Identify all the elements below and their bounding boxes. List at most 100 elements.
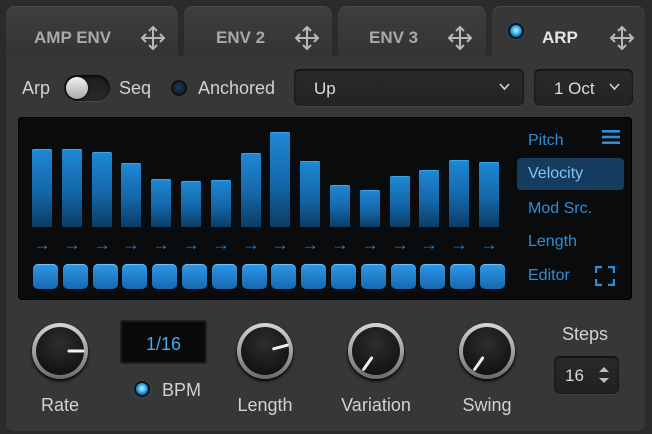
swing-knob[interactable] <box>459 323 515 379</box>
bpm-label: BPM <box>162 380 202 400</box>
velocity-bar[interactable] <box>300 161 320 227</box>
velocity-bar[interactable] <box>121 163 141 227</box>
velocity-bar[interactable] <box>211 180 231 227</box>
velocity-bar[interactable] <box>92 152 112 227</box>
steps-label: Steps <box>562 324 609 344</box>
velocity-bar[interactable] <box>419 170 439 227</box>
step-button[interactable] <box>361 264 386 289</box>
editor-menu-mod-src[interactable]: Mod Src. <box>517 193 624 225</box>
variation-label: Variation <box>341 395 411 415</box>
step-arrow: → <box>450 235 468 254</box>
step-button[interactable] <box>480 264 505 289</box>
rate-knob[interactable] <box>32 323 88 379</box>
velocity-bar[interactable] <box>479 162 499 227</box>
tab-amp-env[interactable]: AMP ENV <box>6 6 178 56</box>
seq-label: Seq <box>119 78 152 98</box>
step-arrow: → <box>33 235 51 254</box>
menu-label: Pitch <box>528 132 564 149</box>
anchored-label: Anchored <box>198 78 276 98</box>
step-button[interactable] <box>331 264 356 289</box>
step-arrow: → <box>182 235 200 254</box>
tab-label: ENV 3 <box>369 28 419 47</box>
editor-menu-length[interactable]: Length <box>517 226 624 258</box>
step-button[interactable] <box>242 264 267 289</box>
step-arrow: → <box>212 235 230 254</box>
steps-value: 16 <box>565 366 584 385</box>
steps-stepper[interactable]: 16 <box>554 356 619 394</box>
octave-value: 1 Oct <box>554 79 595 98</box>
tab-arp[interactable]: ARP <box>492 6 645 56</box>
step-button[interactable] <box>450 264 475 289</box>
menu-label: Editor <box>528 267 570 284</box>
step-button[interactable] <box>182 264 207 289</box>
velocity-bar[interactable] <box>151 179 171 227</box>
toggle-knob <box>66 77 88 99</box>
octave-dropdown[interactable]: 1 Oct <box>534 69 633 106</box>
step-arrow: → <box>93 235 111 254</box>
step-button[interactable] <box>63 264 88 289</box>
step-button[interactable] <box>212 264 237 289</box>
step-arrow: → <box>331 235 349 254</box>
tab-env-3[interactable]: ENV 3 <box>338 6 486 56</box>
step-button[interactable] <box>152 264 177 289</box>
swing-label: Swing <box>462 395 512 415</box>
velocity-bar[interactable] <box>62 149 82 227</box>
step-arrow: → <box>271 235 289 254</box>
editor-menu-velocity[interactable]: Velocity <box>517 158 624 190</box>
velocity-bar[interactable] <box>360 190 380 227</box>
chevron-down-icon <box>499 83 510 91</box>
move-icon[interactable] <box>294 25 320 51</box>
variation-knob[interactable] <box>348 323 404 379</box>
step-arrow: → <box>301 235 319 254</box>
chevron-down-icon <box>609 83 620 91</box>
rate-value: 1/16 <box>145 334 182 354</box>
tab-env-2[interactable]: ENV 2 <box>184 6 332 56</box>
stepper-arrows-icon[interactable] <box>598 365 610 385</box>
menu-label: Mod Src. <box>528 200 593 217</box>
menu-label: Length <box>528 233 577 250</box>
step-arrow: → <box>242 235 260 254</box>
move-icon[interactable] <box>447 25 473 51</box>
hamburger-menu-icon[interactable] <box>602 129 620 145</box>
velocity-bar[interactable] <box>270 132 290 227</box>
tab-label: ENV 2 <box>216 28 266 47</box>
step-button[interactable] <box>391 264 416 289</box>
velocity-bar[interactable] <box>390 176 410 227</box>
length-label: Length <box>237 395 293 415</box>
step-button[interactable] <box>122 264 147 289</box>
step-button[interactable] <box>33 264 58 289</box>
direction-value: Up <box>314 79 336 98</box>
menu-label: Velocity <box>528 165 584 182</box>
velocity-bar[interactable] <box>181 181 201 227</box>
knob-indicator <box>67 349 85 353</box>
step-button[interactable] <box>271 264 296 289</box>
move-icon[interactable] <box>609 25 635 51</box>
step-button[interactable] <box>93 264 118 289</box>
rate-label: Rate <box>40 395 80 415</box>
tab-label: AMP ENV <box>34 28 112 47</box>
expand-icon[interactable] <box>595 266 615 286</box>
step-arrow: → <box>63 235 81 254</box>
direction-dropdown[interactable]: Up <box>294 69 524 106</box>
arp-label: Arp <box>22 78 51 98</box>
step-arrow: → <box>122 235 140 254</box>
step-arrow: → <box>391 235 409 254</box>
step-arrow: → <box>480 235 498 254</box>
velocity-bar[interactable] <box>241 153 261 227</box>
tab-label: ARP <box>542 28 578 47</box>
length-knob[interactable] <box>237 323 293 379</box>
anchored-led-icon[interactable] <box>173 82 185 94</box>
step-button[interactable] <box>301 264 326 289</box>
step-button[interactable] <box>420 264 445 289</box>
arp-seq-toggle[interactable] <box>64 75 110 101</box>
step-arrow: → <box>361 235 379 254</box>
velocity-bar[interactable] <box>32 149 52 227</box>
velocity-bar[interactable] <box>449 160 469 227</box>
step-arrow: → <box>420 235 438 254</box>
velocity-bar[interactable] <box>330 185 350 227</box>
move-icon[interactable] <box>140 25 166 51</box>
rate-display[interactable]: 1/16 <box>120 320 207 364</box>
bpm-led-icon[interactable] <box>136 383 148 395</box>
step-arrow: → <box>152 235 170 254</box>
arp-power-led-icon[interactable] <box>510 25 522 37</box>
